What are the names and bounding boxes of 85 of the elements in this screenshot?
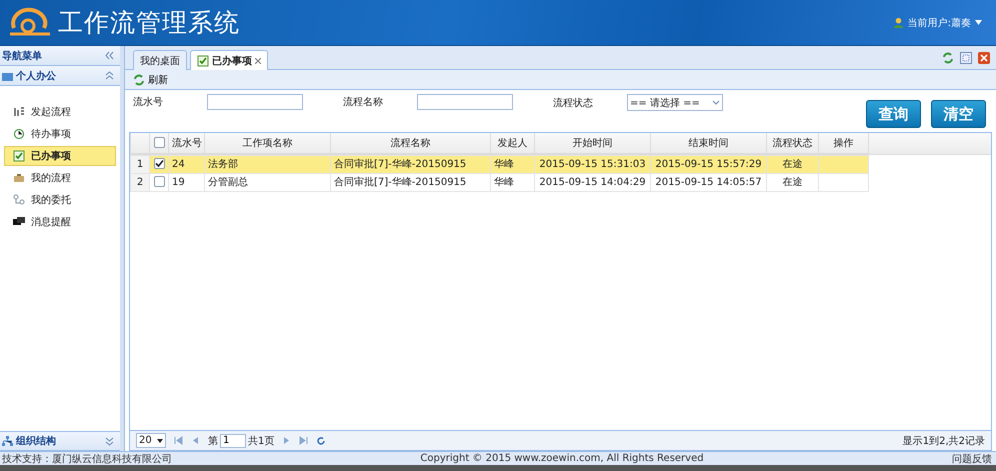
- checkbox[interactable]: [154, 176, 164, 188]
- table-cell: 2015-09-15 15:57:29: [650, 155, 766, 173]
- page-size-select[interactable]: 20: [136, 433, 166, 448]
- panel-title: 导航菜单: [2, 49, 42, 62]
- support-text: 技术支持：厦门纵云信息科技有限公司: [2, 452, 172, 466]
- last-page-icon[interactable]: [299, 436, 308, 445]
- column-header[interactable]: 流程状态: [766, 133, 818, 153]
- copyright-text: Copyright © 2015 www.zoewin.com, All Rights Reserved: [420, 453, 704, 464]
- section-title[interactable]: 组织结构: [16, 434, 56, 448]
- expand-icon[interactable]: [105, 436, 114, 446]
- search-button[interactable]: 清空: [931, 100, 986, 128]
- caret-icon: [157, 438, 163, 442]
- search-button[interactable]: 查询: [866, 100, 921, 128]
- fullscreen-icon[interactable]: [960, 52, 972, 64]
- column-header[interactable]: 工作项名称: [204, 133, 330, 153]
- table-cell: 19: [168, 173, 204, 191]
- chevron-icon: [712, 100, 720, 106]
- row-number: 2: [130, 173, 150, 191]
- table-cell: 合同审批[7]-华峰-20150915: [330, 155, 490, 173]
- menu-item[interactable]: 已办事项: [4, 146, 116, 166]
- table-cell: 2015-09-15 14:04:29: [534, 173, 650, 191]
- section-title[interactable]: 个人办公: [16, 68, 56, 82]
- page-input[interactable]: 1: [220, 434, 246, 448]
- checklist-icon: [197, 54, 209, 66]
- next-page-icon[interactable]: [282, 436, 292, 445]
- refresh-icon[interactable]: [942, 52, 954, 64]
- refresh-icon: [133, 74, 145, 86]
- field-label: 流程状态: [553, 96, 594, 110]
- menu-item[interactable]: 消息提醒: [4, 212, 116, 232]
- row-number: 1: [130, 155, 150, 173]
- column-header[interactable]: 结束时间: [650, 133, 766, 153]
- column-header[interactable]: 流水号: [168, 133, 204, 153]
- collapse-icon[interactable]: [105, 71, 114, 80]
- table-row[interactable]: 2 19 分管副总 合同审批[7]-华峰-20150915 华峰 2015-09-15 14:04:29 2015-09-15 14:05:57 在途: [130, 173, 868, 191]
- tab[interactable]: 已办事项: [190, 50, 268, 70]
- table-cell: 24: [168, 155, 204, 173]
- checkbox[interactable]: [154, 158, 164, 170]
- user-icon: [892, 17, 904, 28]
- field-label: 流水号: [133, 96, 164, 109]
- table-cell: 法务部: [204, 155, 330, 173]
- feedback-link[interactable]: 问题反馈: [952, 452, 992, 466]
- refresh-button[interactable]: 刷新: [133, 72, 168, 86]
- input-field[interactable]: [417, 94, 513, 110]
- table-cell: 2015-09-15 15:31:03: [534, 155, 650, 173]
- column-header[interactable]: 流程名称: [330, 133, 490, 153]
- first-page-icon[interactable]: [174, 436, 183, 445]
- checkbox[interactable]: [154, 137, 164, 148]
- previous-page-icon[interactable]: [191, 436, 200, 445]
- chat-icon: [13, 216, 25, 228]
- table-cell: 华峰: [490, 155, 534, 173]
- record-summary: 显示1到2,共2记录: [902, 434, 985, 448]
- menu-item[interactable]: 我的委托: [4, 190, 116, 210]
- app-title: 工作流管理系统: [58, 7, 240, 39]
- field-label: 流程名称: [343, 96, 384, 109]
- column-header[interactable]: 开始时间: [534, 133, 650, 153]
- table-cell: 2015-09-15 14:05:57: [650, 173, 766, 191]
- org-chart-icon: [2, 436, 13, 446]
- menu-item[interactable]: 我的流程: [4, 168, 116, 188]
- user-menu[interactable]: 当前用户:蕭奏: [892, 16, 982, 30]
- close-icon[interactable]: [255, 58, 261, 64]
- menu-item[interactable]: 发起流程: [4, 102, 116, 122]
- table-cell: 华峰: [490, 173, 534, 191]
- page-label: 第: [208, 434, 218, 448]
- status-select[interactable]: == 请选择 ==: [627, 94, 723, 111]
- flow-icon: [13, 106, 25, 118]
- collapse-icon[interactable]: [105, 51, 114, 60]
- people-icon: [13, 194, 25, 206]
- table-cell: 分管副总: [204, 173, 330, 191]
- checklist-icon: [13, 150, 25, 162]
- close-icon[interactable]: [978, 52, 990, 64]
- input-field[interactable]: [207, 94, 303, 110]
- caret-icon: [975, 20, 982, 25]
- reload-icon[interactable]: [316, 436, 326, 446]
- folder-icon: [2, 70, 13, 80]
- table-cell: 在途: [766, 173, 818, 191]
- table-row[interactable]: 1 24 法务部 合同审批[7]-华峰-20150915 华峰 2015-09-15 15:31:03 2015-09-15 15:57:29 在途: [130, 155, 868, 173]
- tab[interactable]: 我的桌面: [133, 50, 187, 70]
- column-header[interactable]: 操作: [818, 133, 868, 153]
- menu-item[interactable]: 待办事项: [4, 124, 116, 144]
- page-total: 共1页: [248, 434, 274, 448]
- clock-icon: [13, 128, 25, 140]
- table-cell: 在途: [766, 155, 818, 173]
- table-cell: 合同审批[7]-华峰-20150915: [330, 173, 490, 191]
- column-header[interactable]: 发起人: [490, 133, 534, 153]
- briefcase-icon: [13, 172, 25, 184]
